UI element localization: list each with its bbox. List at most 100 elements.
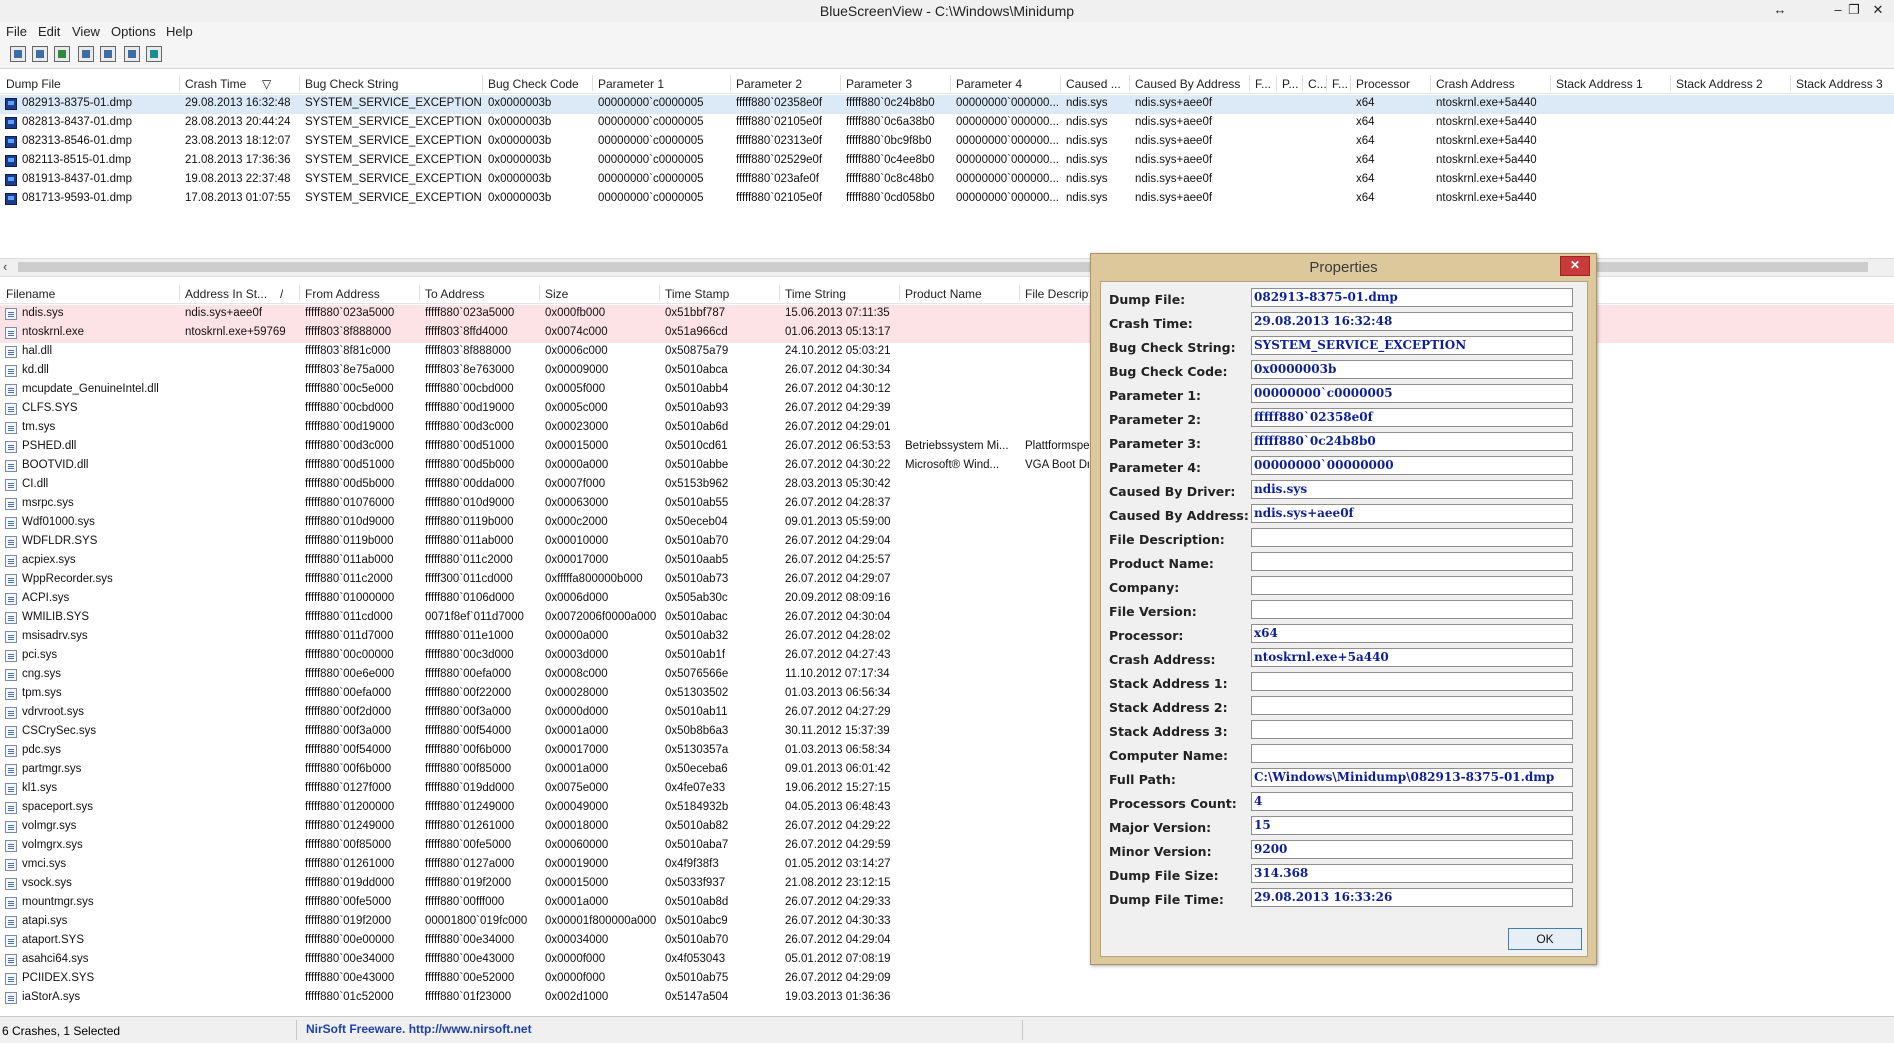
column-divider[interactable] — [1790, 75, 1791, 91]
column-header[interactable]: Stack Address 1 — [1556, 77, 1672, 91]
property-value-field[interactable]: 314.368 — [1251, 864, 1573, 883]
table-row[interactable]: msrpc.sys fffff880`01076000 fffff880`010d9… — [0, 495, 1894, 514]
property-value-field[interactable] — [1251, 696, 1573, 715]
property-value-field[interactable]: 29.08.2013 16:33:26 — [1251, 888, 1573, 907]
column-divider[interactable] — [1249, 75, 1250, 91]
column-header[interactable]: Caused ... — [1066, 77, 1130, 91]
table-row[interactable]: WppRecorder.sys fffff880`011c2000 fffff300… — [0, 571, 1894, 590]
column-header[interactable]: Crash Address — [1436, 77, 1552, 91]
column-header[interactable]: Parameter 2 — [736, 77, 840, 91]
column-divider[interactable] — [1302, 75, 1303, 91]
find-icon[interactable] — [124, 46, 140, 62]
menu-options[interactable]: Options — [111, 24, 156, 39]
property-value-field[interactable]: 15 — [1251, 816, 1573, 835]
property-value-field[interactable]: ndis.sys — [1251, 480, 1573, 499]
property-value-field[interactable] — [1251, 552, 1573, 571]
column-divider[interactable] — [899, 285, 900, 301]
table-row[interactable]: acpiex.sys fffff880`011ab000 fffff880`011c… — [0, 552, 1894, 571]
column-header[interactable]: Stack Address 2 — [1676, 77, 1792, 91]
column-header[interactable]: Time Stamp — [665, 287, 777, 301]
column-divider[interactable] — [730, 75, 731, 91]
column-divider[interactable] — [779, 285, 780, 301]
column-divider[interactable] — [1670, 75, 1671, 91]
crash-list-scrollbar[interactable]: ‹ — [0, 258, 1894, 277]
table-row[interactable]: pdc.sys fffff880`00f54000 fffff880`00f6b00… — [0, 742, 1894, 761]
table-row[interactable]: ntoskrnl.exe ntoskrnl.exe+59769 fffff803`8… — [0, 324, 1894, 343]
column-divider[interactable] — [1350, 75, 1351, 91]
restore-arrows-icon[interactable]: ↔ — [1768, 1, 1792, 19]
column-header[interactable]: Time String — [785, 287, 897, 301]
menu-file[interactable]: File — [6, 24, 27, 39]
column-header[interactable]: Bug Check String — [305, 77, 481, 91]
column-divider[interactable] — [482, 75, 483, 91]
column-header[interactable]: From Address — [305, 287, 417, 301]
property-value-field[interactable] — [1251, 672, 1573, 691]
table-row[interactable]: cng.sys fffff880`00e6e000 fffff880`00efa00… — [0, 666, 1894, 685]
table-row[interactable]: 082913-8375-01.dmp 29.08.2013 16:32:48 SYS… — [0, 95, 1894, 114]
column-header[interactable]: C... — [1308, 77, 1328, 91]
table-row[interactable]: WMILIB.SYS fffff880`011cd000 0071f8ef`011d… — [0, 609, 1894, 628]
table-row[interactable]: tpm.sys fffff880`00efa000 fffff880`00f2200… — [0, 685, 1894, 704]
table-row[interactable]: ataport.SYS fffff880`00e00000 fffff880`00e… — [0, 932, 1894, 951]
table-row[interactable]: 082113-8515-01.dmp 21.08.2013 17:36:36 SYS… — [0, 152, 1894, 171]
table-row[interactable]: pci.sys fffff880`00c00000 fffff880`00c3d00… — [0, 647, 1894, 666]
column-divider[interactable] — [179, 75, 180, 91]
property-value-field[interactable]: 9200 — [1251, 840, 1573, 859]
column-divider[interactable] — [299, 285, 300, 301]
column-header[interactable]: Stack Address 3 — [1796, 77, 1892, 91]
table-row[interactable]: CLFS.SYS fffff880`00cbd000 fffff880`00d190… — [0, 400, 1894, 419]
save-icon[interactable] — [32, 46, 48, 62]
table-row[interactable]: 082313-8546-01.dmp 23.08.2013 18:12:07 SYS… — [0, 133, 1894, 152]
column-divider[interactable] — [1430, 75, 1431, 91]
property-value-field[interactable]: 4 — [1251, 792, 1573, 811]
properties-icon[interactable] — [10, 46, 26, 62]
column-header[interactable]: Parameter 1 — [598, 77, 730, 91]
column-divider[interactable] — [592, 75, 593, 91]
column-divider[interactable] — [1550, 75, 1551, 91]
table-row[interactable]: ACPI.sys fffff880`01000000 fffff880`0106d0… — [0, 590, 1894, 609]
column-header[interactable]: Dump File — [6, 77, 176, 91]
property-value-field[interactable] — [1251, 600, 1573, 619]
column-header[interactable]: Caused By Address — [1135, 77, 1251, 91]
property-value-field[interactable] — [1251, 744, 1573, 763]
table-row[interactable]: vsock.sys fffff880`019dd000 fffff880`019f2… — [0, 875, 1894, 894]
table-row[interactable]: PSHED.dll fffff880`00d3c000 fffff880`00d51… — [0, 438, 1894, 457]
column-header[interactable]: F... — [1332, 77, 1352, 91]
column-header[interactable]: Parameter 4 — [956, 77, 1060, 91]
property-value-field[interactable]: 29.08.2013 16:32:48 — [1251, 312, 1573, 331]
table-row[interactable]: ndis.sys ndis.sys+aee0f fffff880`023a5000 f… — [0, 305, 1894, 324]
table-row[interactable]: Wdf01000.sys fffff880`010d9000 fffff880`01… — [0, 514, 1894, 533]
column-divider[interactable] — [299, 75, 300, 91]
table-row[interactable]: partmgr.sys fffff880`00f6b000 fffff880`00f… — [0, 761, 1894, 780]
property-value-field[interactable]: 00000000`00000000 — [1251, 456, 1573, 475]
column-header[interactable]: Parameter 3 — [846, 77, 950, 91]
column-divider[interactable] — [1060, 75, 1061, 91]
column-divider[interactable] — [659, 285, 660, 301]
column-divider[interactable] — [1019, 285, 1020, 301]
property-value-field[interactable]: ntoskrnl.exe+5a440 — [1251, 648, 1573, 667]
menu-edit[interactable]: Edit — [38, 24, 60, 39]
table-row[interactable]: 082813-8437-01.dmp 28.08.2013 20:44:24 SYS… — [0, 114, 1894, 133]
column-header[interactable]: Filename — [6, 287, 176, 301]
column-header[interactable]: To Address — [425, 287, 537, 301]
menu-view[interactable]: View — [72, 24, 100, 39]
table-row[interactable]: iaStorA.sys fffff880`01c52000 fffff880`01f… — [0, 989, 1894, 1008]
copy-icon[interactable] — [78, 46, 94, 62]
ok-button[interactable]: OK — [1508, 928, 1582, 950]
table-row[interactable]: msisadrv.sys fffff880`011d7000 fffff880`01… — [0, 628, 1894, 647]
column-header[interactable]: Crash Time — [185, 77, 295, 91]
table-row[interactable]: asahci64.sys fffff880`00e34000 fffff880`00… — [0, 951, 1894, 970]
table-row[interactable]: CSCrySec.sys fffff880`00f3a000 fffff880`00… — [0, 723, 1894, 742]
table-row[interactable]: PCIIDEX.SYS fffff880`00e43000 fffff880`00e… — [0, 970, 1894, 989]
column-header[interactable]: Product Name — [905, 287, 1017, 301]
table-row[interactable]: kl1.sys fffff880`0127f000 fffff880`019dd00… — [0, 780, 1894, 799]
property-value-field[interactable]: SYSTEM_SERVICE_EXCEPTION — [1251, 336, 1573, 355]
column-header[interactable]: Bug Check Code — [488, 77, 592, 91]
property-value-field[interactable]: ndis.sys+aee0f — [1251, 504, 1573, 523]
table-row[interactable]: CI.dll fffff880`00d5b000 fffff880`00dda000… — [0, 476, 1894, 495]
property-value-field[interactable]: x64 — [1251, 624, 1573, 643]
table-row[interactable]: hal.dll fffff803`8f81c000 fffff803`8f88800… — [0, 343, 1894, 362]
table-row[interactable]: volmgr.sys fffff880`01249000 fffff880`0126… — [0, 818, 1894, 837]
column-divider[interactable] — [950, 75, 951, 91]
table-row[interactable]: vdrvroot.sys fffff880`00f2d000 fffff880`00… — [0, 704, 1894, 723]
